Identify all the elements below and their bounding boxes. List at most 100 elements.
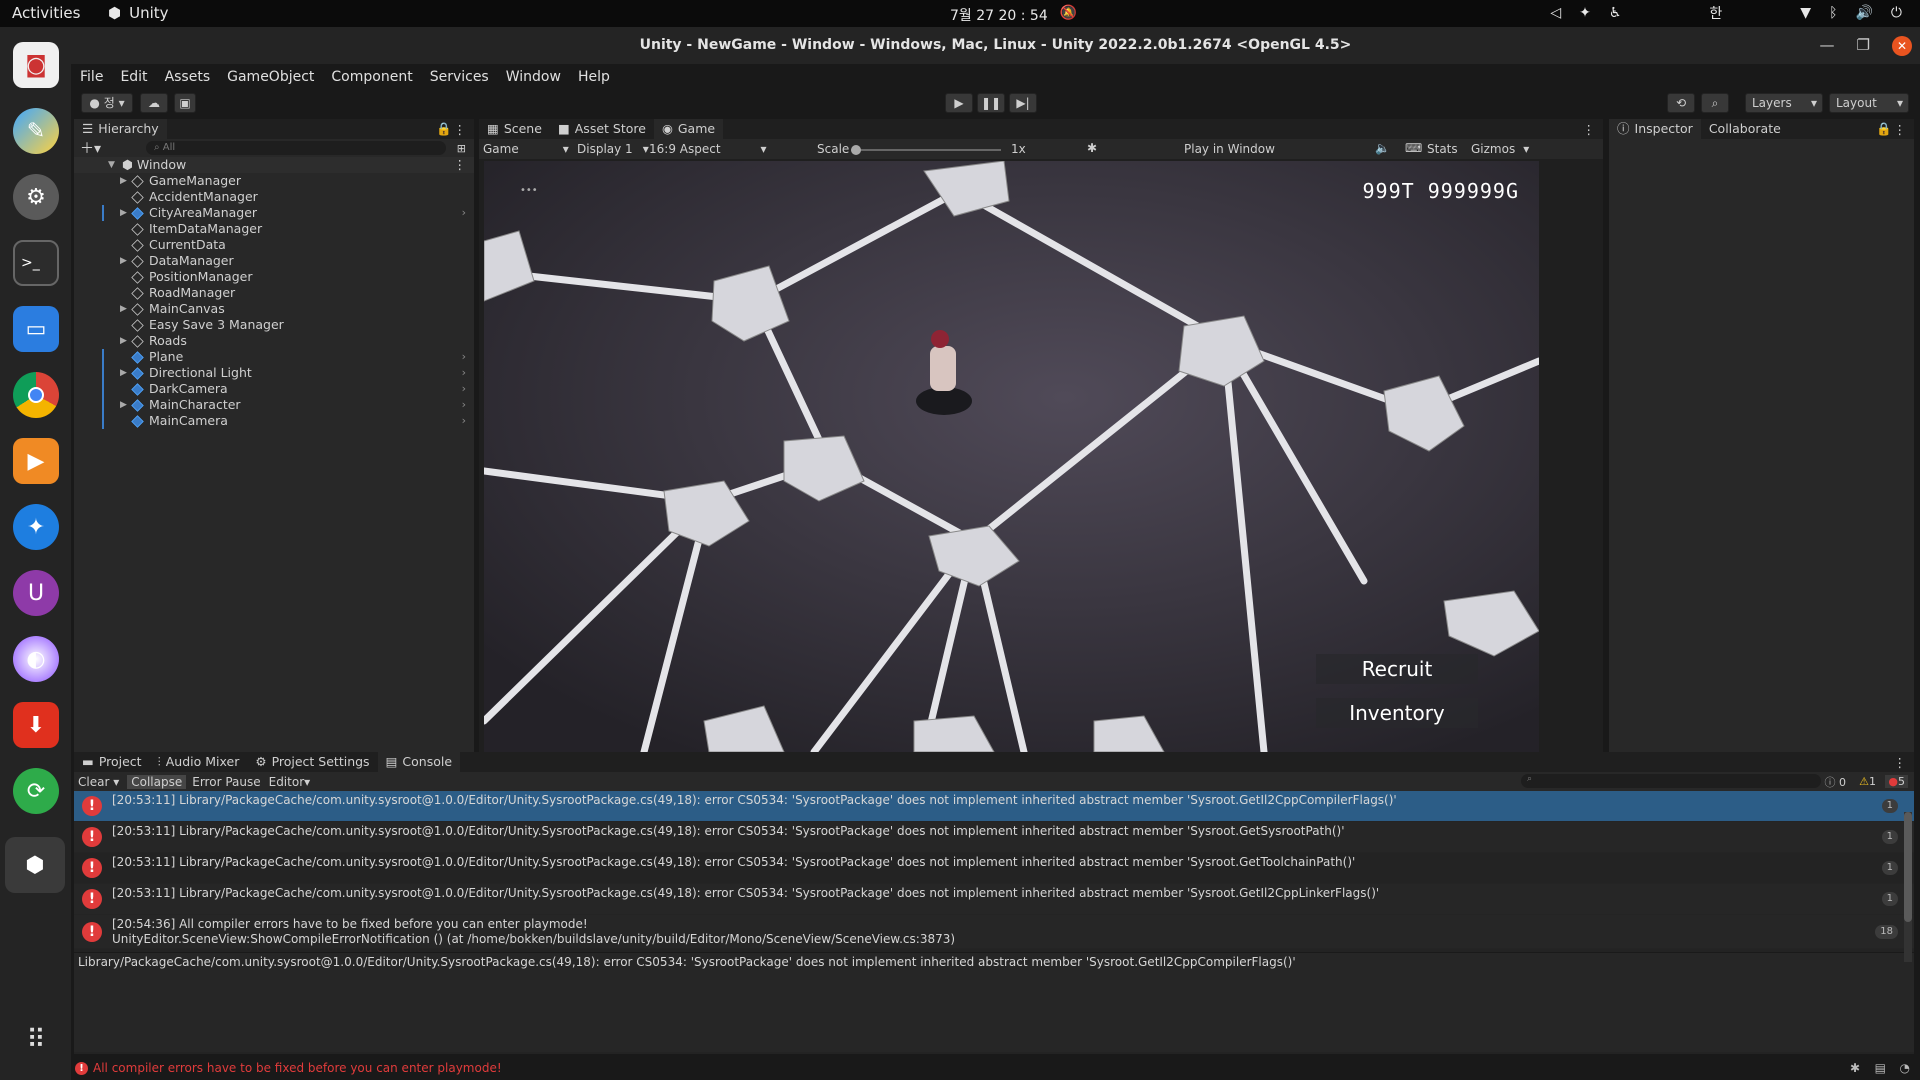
add-object-button[interactable]: ＋▾	[80, 138, 101, 158]
console-log-row[interactable]: ! [20:53:11] Library/PackageCache/com.uni…	[74, 853, 1914, 884]
update-app-icon[interactable]: ⟳	[13, 768, 59, 814]
scale-slider-thumb[interactable]	[851, 145, 861, 155]
console-log-row[interactable]: ! [20:54:36] All compiler errors have to…	[74, 915, 1914, 949]
open-prefab-icon[interactable]: ›	[462, 349, 466, 365]
tab-project-settings[interactable]: ⚙ Project Settings	[247, 752, 377, 772]
tab-hierarchy[interactable]: ☰ Hierarchy	[74, 119, 167, 139]
step-button[interactable]: ▶|	[1009, 93, 1037, 113]
menu-edit[interactable]: Edit	[120, 69, 147, 85]
editor-target-dropdown[interactable]: Editor▾	[269, 775, 311, 789]
keyboard-icon[interactable]: ⌨	[1405, 141, 1422, 155]
status-bar[interactable]: ! All compiler errors have to be fixed b…	[71, 1056, 1920, 1080]
console-log-row[interactable]: ! [20:53:11] Library/PackageCache/com.uni…	[74, 884, 1914, 915]
color-app-icon[interactable]: ✎	[13, 108, 59, 154]
collab-button[interactable]: ▣	[174, 93, 196, 113]
volume-icon[interactable]: 🔊	[1855, 5, 1872, 21]
hierarchy-item[interactable]: Easy Save 3 Manager	[74, 317, 474, 333]
tab-inspector[interactable]: ⓘ Inspector	[1609, 119, 1701, 139]
console-detail-pane[interactable]: Library/PackageCache/com.unity.sysroot@1…	[74, 952, 1914, 1052]
hierarchy-item[interactable]: AccidentManager	[74, 189, 474, 205]
system-tray[interactable]: ◁ ✦ ♿ 한 ▼ ᛒ 🔊 ⏻	[1550, 3, 1920, 23]
accessibility-icon[interactable]: ♿	[1609, 5, 1622, 21]
play-button[interactable]: ▶	[945, 93, 973, 113]
game-mode-dropdown[interactable]: Game ▾	[483, 142, 569, 156]
hierarchy-item[interactable]: ▶ Roads	[74, 333, 474, 349]
stats-button[interactable]: Stats	[1427, 142, 1458, 156]
show-apps-grid-icon[interactable]: ⠿	[13, 1017, 59, 1063]
notifications-icon[interactable]: ▤	[1875, 1061, 1886, 1075]
menu-services[interactable]: Services	[430, 69, 489, 85]
open-prefab-icon[interactable]: ›	[462, 365, 466, 381]
expand-arrow-icon[interactable]: ▶	[120, 397, 127, 413]
console-log-row[interactable]: ! [20:53:11] Library/PackageCache/com.uni…	[74, 822, 1914, 853]
hierarchy-item[interactable]: CurrentData	[74, 237, 474, 253]
maximize-icon[interactable]: ❐	[1857, 27, 1870, 64]
expand-arrow-icon[interactable]: ▶	[120, 333, 127, 349]
expand-arrow-icon[interactable]: ▶	[120, 205, 127, 221]
hierarchy-search-input[interactable]: ⌕ All	[146, 141, 446, 155]
hierarchy-item[interactable]: PositionManager	[74, 269, 474, 285]
hierarchy-item[interactable]: ▶ MainCharacter ›	[74, 397, 474, 413]
menu-help[interactable]: Help	[578, 69, 610, 85]
scene-filter-icon[interactable]: ⊞	[457, 142, 466, 155]
menu-file[interactable]: File	[80, 69, 103, 85]
warning-filter-toggle[interactable]: ⚠1	[1859, 775, 1876, 788]
close-icon[interactable]: ✕	[1892, 35, 1912, 56]
tab-collaborate[interactable]: Collaborate	[1701, 119, 1789, 139]
tab-project[interactable]: ▬ Project	[74, 752, 150, 772]
u-app-icon[interactable]: U	[13, 570, 59, 616]
expand-arrow-icon[interactable]: ▼	[108, 157, 115, 173]
wifi-icon[interactable]: ▼	[1800, 5, 1811, 21]
screenshot-app-icon[interactable]: ◙	[13, 42, 59, 88]
hierarchy-item[interactable]: ▶ MainCanvas	[74, 301, 474, 317]
chrome-icon[interactable]	[13, 372, 59, 418]
console-scrollbar[interactable]	[1904, 812, 1912, 962]
lock-icon[interactable]: 🔒	[1876, 121, 1892, 137]
bluetooth-icon[interactable]: ᛒ	[1829, 5, 1837, 21]
play-mode-dropdown[interactable]: Play in Window ▾	[1184, 142, 1385, 156]
clear-button[interactable]: Clear ▾	[78, 775, 119, 789]
expand-arrow-icon[interactable]: ▶	[120, 173, 127, 189]
app-menu[interactable]: ⬢ Unity	[108, 4, 169, 22]
kebab-menu-icon[interactable]: ⋮	[1894, 122, 1907, 137]
menu-component[interactable]: Component	[331, 69, 412, 85]
layout-dropdown[interactable]: Layout ▾	[1829, 93, 1909, 113]
hierarchy-root-window[interactable]: ▼ ⬢ Window ⋮	[74, 157, 474, 173]
expand-arrow-icon[interactable]: ▶	[120, 301, 127, 317]
window-titlebar[interactable]: Unity - NewGame - Window - Windows, Mac,…	[71, 27, 1920, 64]
tab-audio-mixer[interactable]: ⫶ Audio Mixer	[150, 752, 248, 772]
open-prefab-icon[interactable]: ›	[462, 413, 466, 429]
kebab-menu-icon[interactable]: ⋮	[454, 122, 467, 137]
open-prefab-icon[interactable]: ›	[462, 205, 466, 221]
open-prefab-icon[interactable]: ›	[462, 381, 466, 397]
menu-window[interactable]: Window	[506, 69, 561, 85]
console-log-row[interactable]: ! [20:53:11] Library/PackageCache/com.uni…	[74, 791, 1914, 822]
tab-console[interactable]: ▤ Console	[377, 752, 461, 772]
menu-assets[interactable]: Assets	[165, 69, 211, 85]
power-icon[interactable]: ⏻	[1891, 5, 1902, 21]
fox-app-icon[interactable]: ✦	[13, 504, 59, 550]
input-method-indicator[interactable]: 한	[1709, 3, 1722, 23]
progress-icon[interactable]: ◔	[1900, 1061, 1910, 1075]
account-dropdown[interactable]: ● 정 ▾	[81, 93, 133, 113]
color-picker-icon[interactable]: ✦	[1579, 5, 1591, 21]
lock-icon[interactable]: 🔒	[436, 121, 452, 137]
minimize-icon[interactable]: —	[1820, 27, 1835, 64]
gizmos-dropdown[interactable]: Gizmos ▾	[1471, 142, 1529, 156]
hierarchy-item[interactable]: ▶ DataManager	[74, 253, 474, 269]
expand-arrow-icon[interactable]: ▶	[120, 253, 127, 269]
files-icon[interactable]: ▭	[13, 306, 59, 352]
activities-button[interactable]: Activities	[12, 4, 80, 22]
error-filter-toggle[interactable]: ●5	[1885, 775, 1908, 788]
hierarchy-item[interactable]: ▶ CityAreaManager ›	[74, 205, 474, 221]
inventory-button[interactable]: Inventory	[1316, 698, 1478, 728]
hierarchy-item[interactable]: DarkCamera ›	[74, 381, 474, 397]
scrollbar-thumb[interactable]	[1904, 812, 1912, 922]
kebab-menu-icon[interactable]: ⋮	[454, 157, 467, 173]
debug-icon[interactable]: ✱	[1850, 1061, 1860, 1075]
collapse-toggle[interactable]: Collapse	[127, 774, 187, 789]
settings-gear-icon[interactable]: ⚙	[13, 174, 59, 220]
paint-app-icon[interactable]: ◐	[13, 636, 59, 682]
share-icon[interactable]: ◁	[1550, 5, 1561, 21]
more-options-icon[interactable]: •••	[520, 185, 538, 196]
